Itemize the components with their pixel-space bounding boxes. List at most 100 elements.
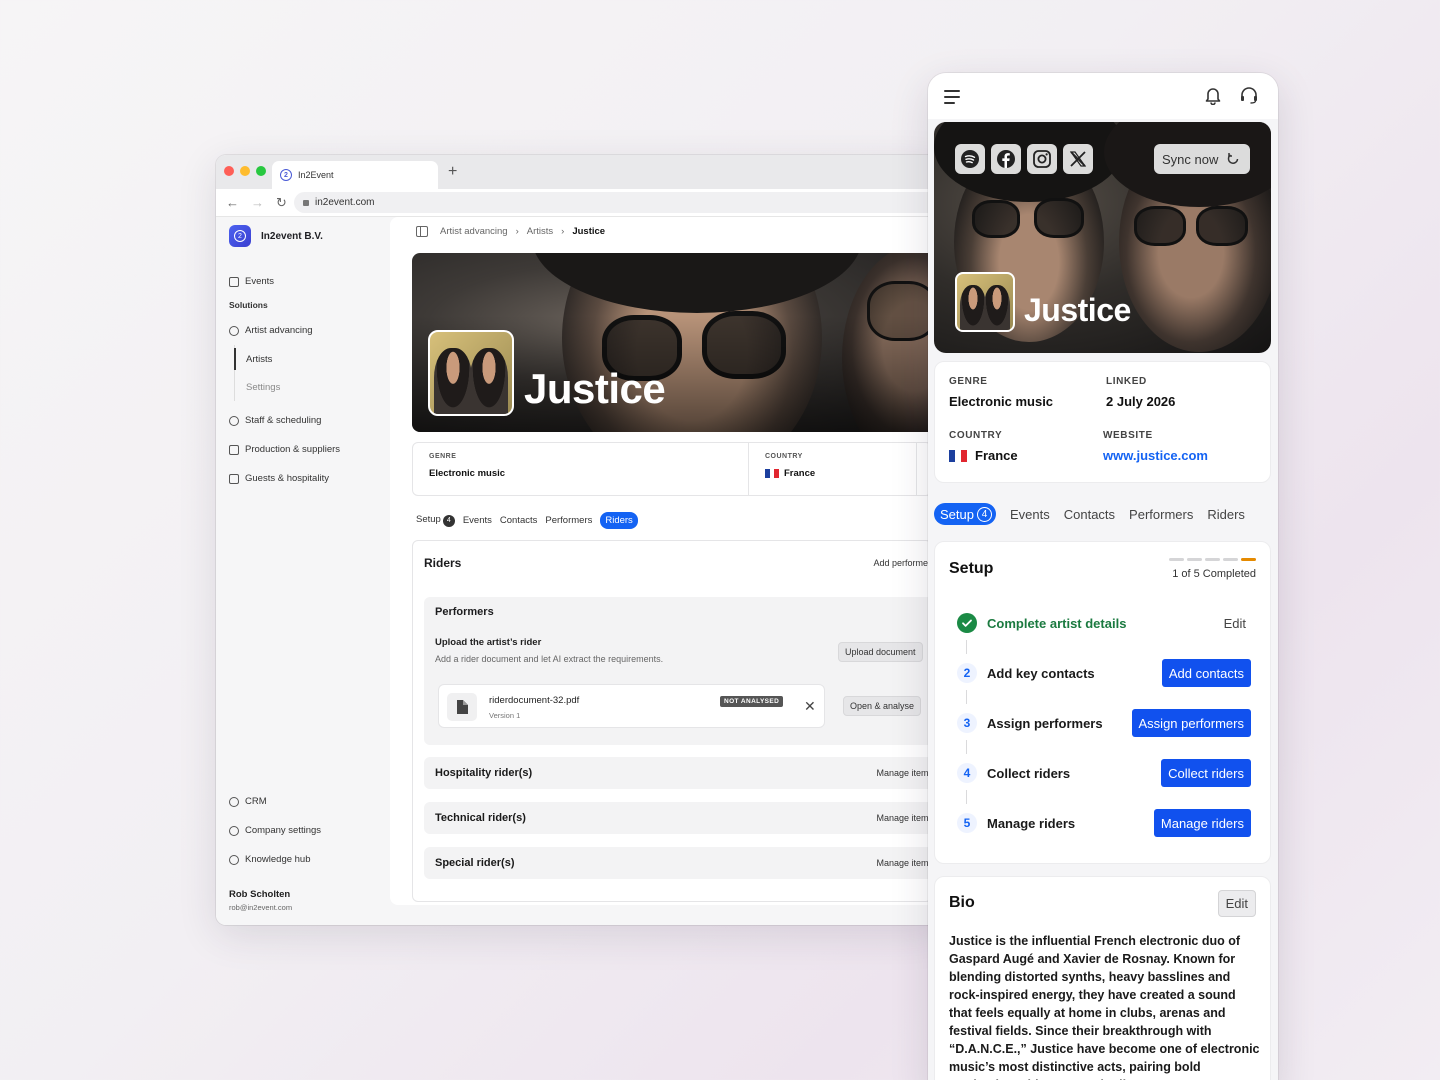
country-text: France: [784, 468, 816, 479]
progress-segment: [1187, 558, 1202, 561]
forward-icon[interactable]: →: [251, 196, 264, 209]
sidebar: 2 In2event B.V. Events Solutions Artist …: [216, 217, 390, 925]
upload-description: Add a rider document and let AI extract …: [435, 654, 664, 664]
country-label: COUNTRY: [949, 430, 1003, 441]
bio-edit-button[interactable]: Edit: [1217, 890, 1256, 917]
facebook-icon[interactable]: [991, 144, 1021, 174]
tab-setup[interactable]: Setup 4: [416, 514, 455, 527]
app: 2 In2event B.V. Events Solutions Artist …: [216, 217, 946, 925]
step-label: Add key contacts: [987, 665, 1095, 681]
breadcrumb-item[interactable]: Artist advancing: [440, 226, 508, 237]
tab-contacts[interactable]: Contacts: [500, 515, 538, 526]
spotify-icon[interactable]: [955, 144, 985, 174]
instagram-icon[interactable]: [1027, 144, 1057, 174]
sidebar-item-production[interactable]: Production & suppliers: [229, 435, 390, 464]
progress-segment: [1205, 558, 1220, 561]
setup-count-badge: 4: [442, 514, 455, 527]
mobile-artist-hero: Sync now Justice: [934, 122, 1271, 353]
address-bar[interactable]: in2event.com: [294, 192, 946, 213]
bell-icon[interactable]: [1203, 85, 1223, 105]
sidebar-item-company-settings[interactable]: Company settings: [229, 816, 321, 845]
browser-tabbar: 2 In2Event +: [216, 155, 946, 189]
artist-name-title: Justice: [524, 365, 666, 412]
artist-tabs: Setup 4 Events Contacts Performers Riders: [416, 512, 638, 529]
setup-step-4: 4 Collect riders Collect riders: [957, 758, 1251, 788]
bio-title: Bio: [949, 894, 975, 911]
tab-events[interactable]: Events: [463, 515, 492, 526]
sidebar-item-staff[interactable]: Staff & scheduling: [229, 406, 390, 435]
sidebar-item-knowledge-hub[interactable]: Knowledge hub: [229, 845, 321, 874]
genre-label: GENRE: [429, 453, 457, 460]
reload-icon[interactable]: ↻: [276, 196, 287, 209]
step-label: Manage riders: [987, 815, 1076, 831]
sidebar-bottom-nav: CRM Company settings Knowledge hub: [229, 787, 321, 874]
sidebar-item-events[interactable]: Events: [229, 267, 390, 296]
close-icon[interactable]: ✕: [804, 699, 816, 713]
org-name: In2event B.V.: [261, 230, 323, 242]
tab-performers[interactable]: Performers: [545, 515, 592, 526]
file-name[interactable]: riderdocument-32.pdf: [489, 695, 579, 706]
user-profile[interactable]: Rob Scholten rob@in2event.com: [229, 889, 292, 912]
tab-performers[interactable]: Performers: [1129, 507, 1193, 522]
maximize-window-button[interactable]: [256, 166, 266, 176]
tab-riders[interactable]: Riders: [1207, 507, 1245, 522]
sidebar-item-settings[interactable]: Settings: [246, 373, 390, 401]
website-link[interactable]: www.justice.com: [1103, 448, 1208, 463]
sync-now-button[interactable]: Sync now: [1154, 144, 1251, 174]
sidebar-item-artists[interactable]: Artists: [234, 345, 390, 373]
manage-riders-button[interactable]: Manage riders: [1153, 809, 1251, 837]
sidebar-item-artist-advancing[interactable]: Artist advancing: [229, 316, 390, 345]
country-value: France: [949, 448, 1018, 463]
sidebar-item-label: Staff & scheduling: [245, 415, 322, 426]
france-flag-icon: [949, 449, 967, 462]
sidebar-section-solutions: Solutions: [229, 300, 268, 310]
upload-document-button[interactable]: Upload document: [838, 642, 923, 662]
sidebar-item-label: CRM: [245, 796, 267, 807]
assign-performers-button[interactable]: Assign performers: [1131, 709, 1251, 737]
open-analyse-button[interactable]: Open & analyse: [843, 696, 922, 716]
mobile-top-bar: [928, 73, 1278, 119]
sidebar-toggle-icon[interactable]: [416, 226, 428, 237]
collect-riders-button[interactable]: Collect riders: [1161, 759, 1251, 787]
minimize-window-button[interactable]: [240, 166, 250, 176]
step-number: 4: [957, 763, 977, 783]
sidebar-item-label: Company settings: [245, 825, 322, 836]
menu-icon[interactable]: [944, 90, 960, 108]
add-contacts-button[interactable]: Add contacts: [1161, 659, 1251, 687]
hero-photo-glasses: [1034, 198, 1084, 238]
setup-progress-bar: [1169, 558, 1256, 561]
sidebar-item-label: Guests & hospitality: [245, 473, 329, 484]
browser-window: 2 In2Event + ← → ↻ in2event.com 2 In2eve…: [216, 155, 946, 925]
tab-riders[interactable]: Riders: [600, 512, 638, 529]
in2event-favicon-icon: 2: [280, 169, 292, 181]
manage-items-button[interactable]: Manage items: [876, 813, 933, 823]
country-text: France: [975, 448, 1018, 463]
sidebar-item-guests[interactable]: Guests & hospitality: [229, 464, 390, 493]
tab-contacts[interactable]: Contacts: [1064, 507, 1115, 522]
close-window-button[interactable]: [224, 166, 234, 176]
rider-row-technical: Technical rider(s) Manage items: [424, 802, 933, 834]
website-label: WEBSITE: [1103, 430, 1153, 441]
hero-photo-glasses: [972, 200, 1020, 238]
tab-setup[interactable]: Setup 4: [934, 503, 996, 525]
manage-items-button[interactable]: Manage items: [876, 768, 933, 778]
browser-tab[interactable]: 2 In2Event: [272, 161, 438, 189]
sidebar-item-label: Knowledge hub: [245, 854, 311, 865]
tab-events[interactable]: Events: [1010, 507, 1050, 522]
file-icon: [447, 693, 477, 721]
add-performer-button[interactable]: Add performer: [873, 558, 931, 568]
org-switcher[interactable]: 2 In2event B.V.: [229, 225, 390, 247]
breadcrumb-item[interactable]: Artists: [527, 226, 553, 237]
status-badge: NOT ANALYSED: [720, 696, 784, 707]
new-tab-icon[interactable]: +: [448, 161, 457, 183]
headset-icon[interactable]: [1239, 85, 1259, 105]
france-flag-icon: [765, 469, 780, 478]
sync-now-label: Sync now: [1162, 151, 1219, 167]
x-icon[interactable]: [1063, 144, 1093, 174]
back-icon[interactable]: ←: [226, 196, 239, 209]
manage-items-button[interactable]: Manage items: [876, 858, 933, 868]
sidebar-item-crm[interactable]: CRM: [229, 787, 321, 816]
hero-photo-glasses: [1196, 206, 1248, 246]
genre-field: GENRE Electronic music: [413, 443, 749, 495]
edit-details-button[interactable]: Edit: [1224, 616, 1246, 631]
